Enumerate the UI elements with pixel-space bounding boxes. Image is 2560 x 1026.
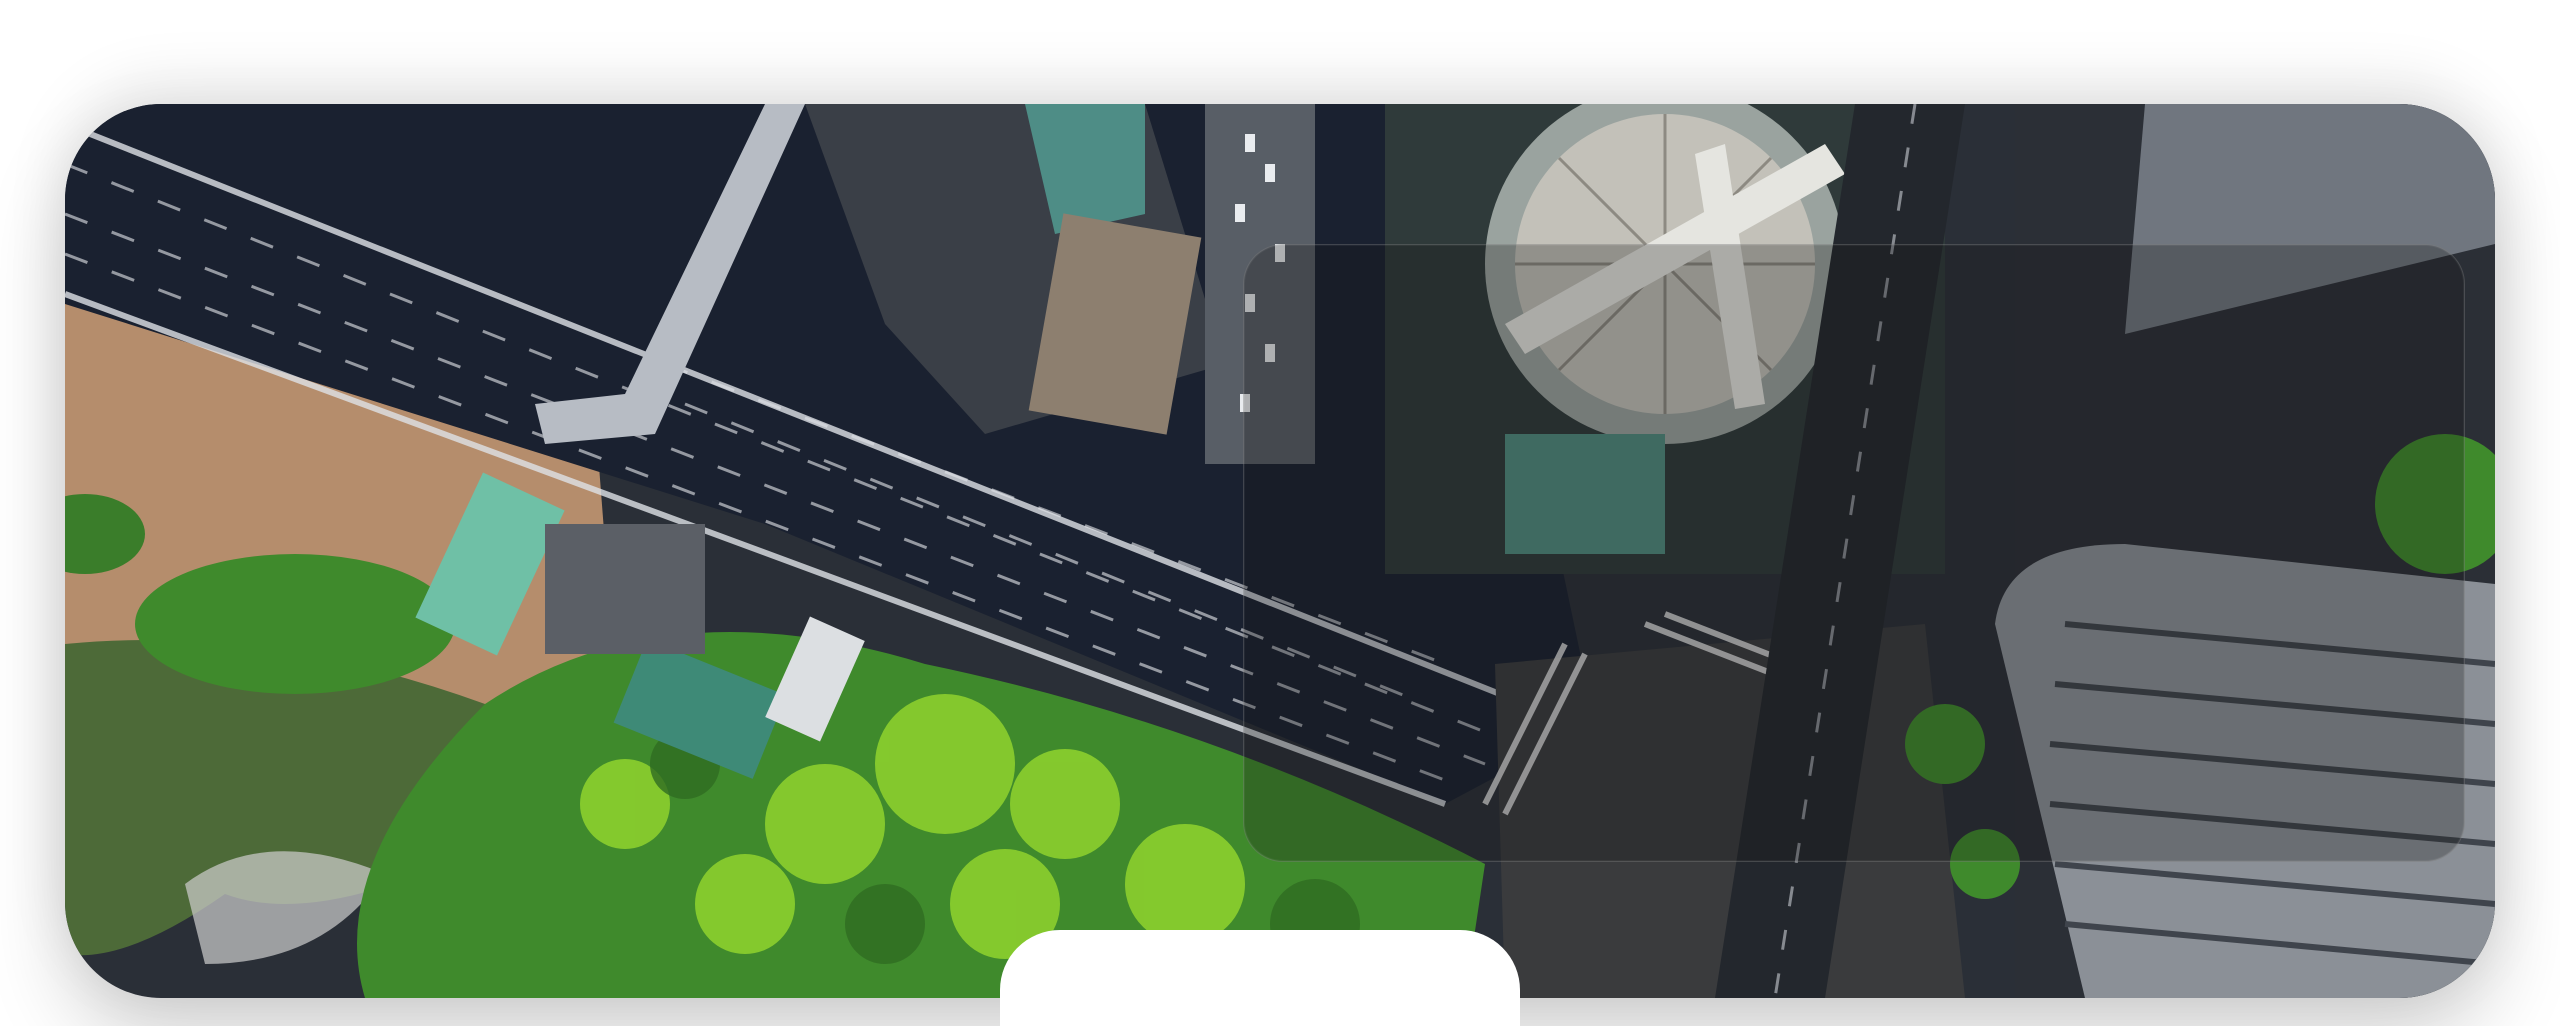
frosted-glass-overlay bbox=[1243, 244, 2465, 862]
bottom-notch-cutout bbox=[1000, 930, 1520, 1026]
page bbox=[0, 0, 2560, 1026]
hero-image-card bbox=[65, 104, 2495, 998]
